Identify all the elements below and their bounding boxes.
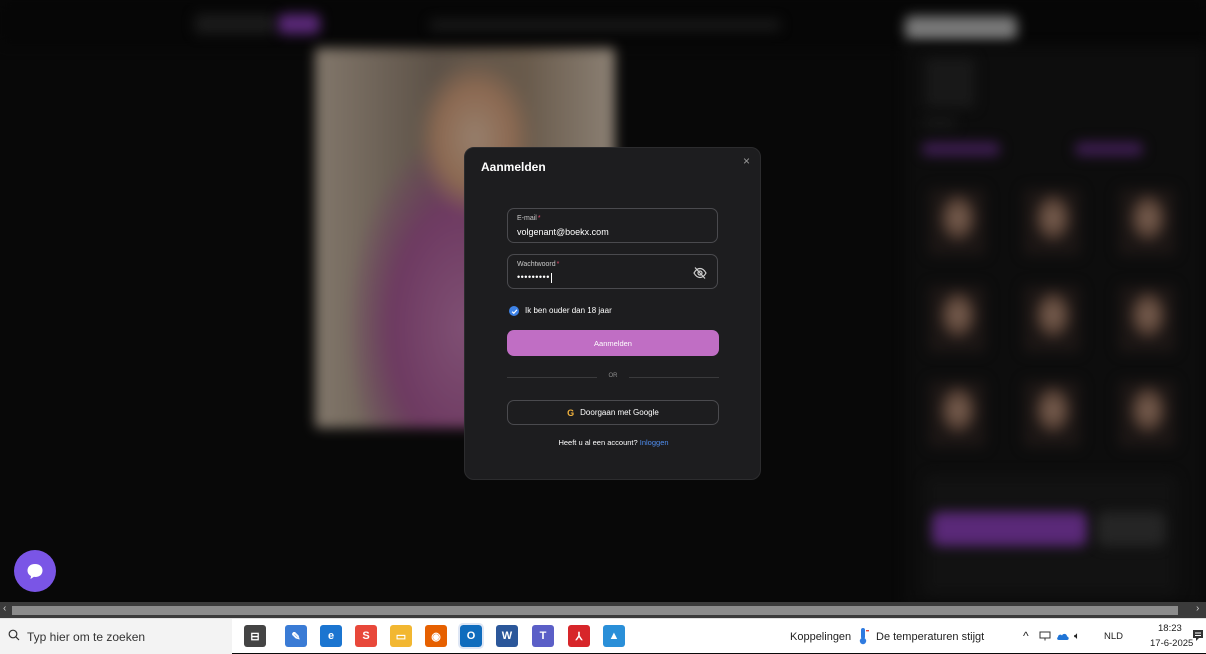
- paint-icon[interactable]: ✎: [285, 625, 307, 647]
- email-field[interactable]: E-mail* volgenant@boekx.com: [507, 208, 718, 243]
- search-placeholder: Typ hier om te zoeken: [27, 630, 146, 644]
- teams-icon[interactable]: T: [532, 625, 554, 647]
- email-label: E-mail*: [517, 215, 541, 222]
- onedrive-icon[interactable]: [1056, 632, 1070, 641]
- firefox-icon[interactable]: ◉: [425, 625, 447, 647]
- internet-explorer-icon[interactable]: e: [320, 625, 342, 647]
- google-signin-button[interactable]: G Doorgaan met Google: [507, 400, 719, 425]
- check-icon: [511, 308, 517, 314]
- password-value: •••••••••: [517, 272, 552, 283]
- google-button-label: Doorgaan met Google: [580, 408, 659, 417]
- close-icon[interactable]: ×: [743, 154, 750, 168]
- horizontal-scrollbar[interactable]: ‹ ›: [0, 602, 1206, 618]
- search-icon: [8, 629, 20, 641]
- weather-text[interactable]: De temperaturen stijgt: [876, 631, 984, 643]
- footer-question: Heeft u al een account?: [558, 438, 638, 447]
- chat-button[interactable]: [14, 550, 56, 592]
- or-divider: OR: [507, 373, 719, 379]
- chevron-up-icon[interactable]: ^: [1023, 629, 1029, 643]
- task-view-icon[interactable]: ⊟: [244, 625, 266, 647]
- age-checkbox-label: Ik ben ouder dan 18 jaar: [525, 306, 612, 315]
- scroll-left-icon[interactable]: ‹: [3, 603, 6, 614]
- modal-title: Aanmelden: [481, 160, 546, 174]
- login-prompt: Heeft u al een account? Inloggen: [465, 438, 762, 447]
- file-explorer-icon[interactable]: ▭: [390, 625, 412, 647]
- taskbar: Typ hier om te zoeken ⊟ ✎ e S ▭ ◉ O W T ⅄ ▲ Koppel…: [0, 618, 1206, 654]
- submit-button[interactable]: Aanmelden: [507, 330, 719, 356]
- scroll-right-icon[interactable]: ›: [1196, 603, 1199, 614]
- clock-time[interactable]: 18:23: [1158, 623, 1182, 634]
- password-label: Wachtwoord*: [517, 261, 560, 268]
- thermometer-icon: [859, 628, 869, 645]
- age-checkbox[interactable]: [509, 306, 519, 316]
- login-link[interactable]: Inloggen: [640, 438, 669, 447]
- taskbar-search[interactable]: Typ hier om te zoeken: [0, 619, 232, 654]
- google-icon: G: [567, 407, 575, 418]
- scrollbar-thumb[interactable]: [12, 606, 1178, 615]
- acrobat-icon[interactable]: ⅄: [568, 625, 590, 647]
- links-toolbar[interactable]: Koppelingen: [790, 631, 851, 643]
- password-field[interactable]: Wachtwoord* •••••••••: [507, 254, 718, 289]
- email-value: volgenant@boekx.com: [517, 227, 609, 237]
- volume-icon[interactable]: 🔈︎: [1074, 631, 1080, 642]
- network-icon[interactable]: [1039, 631, 1051, 641]
- login-modal: Aanmelden × E-mail* volgenant@boekx.com …: [464, 147, 761, 480]
- word-icon[interactable]: W: [496, 625, 518, 647]
- chat-icon: [27, 564, 43, 579]
- clock-date[interactable]: 17-6-2025: [1150, 638, 1193, 649]
- s-app-icon[interactable]: S: [355, 625, 377, 647]
- notification-icon[interactable]: [1192, 629, 1204, 642]
- photos-icon[interactable]: ▲: [603, 625, 625, 647]
- outlook-icon[interactable]: O: [458, 623, 484, 649]
- eye-off-icon[interactable]: [693, 267, 707, 279]
- language-indicator[interactable]: NLD: [1104, 631, 1123, 642]
- or-text: OR: [608, 373, 618, 379]
